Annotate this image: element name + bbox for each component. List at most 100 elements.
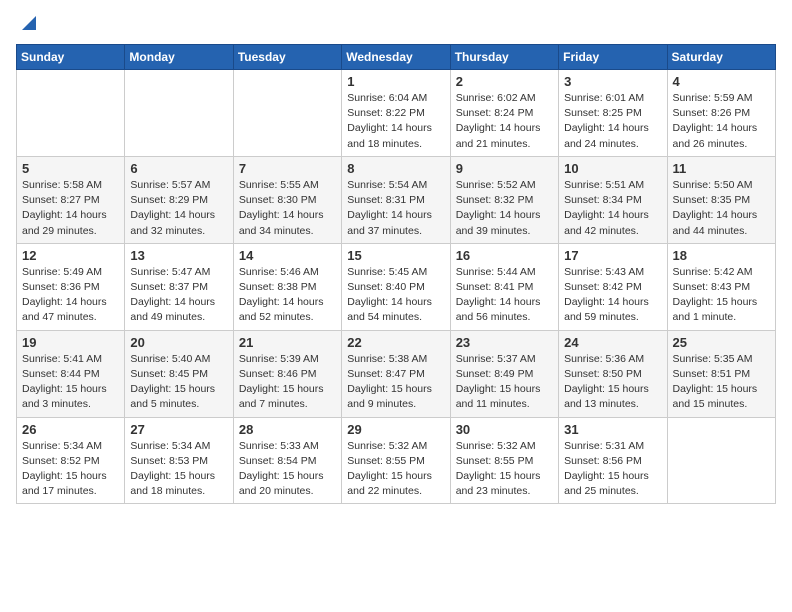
day-number: 17	[564, 248, 661, 263]
sunrise-time: Sunrise: 5:36 AM	[564, 353, 644, 365]
daylight-hours: Daylight: 14 hours and 34 minutes.	[239, 209, 324, 236]
sunset-time: Sunset: 8:40 PM	[347, 281, 425, 293]
day-info: Sunrise: 5:34 AMSunset: 8:53 PMDaylight:…	[130, 439, 227, 500]
daylight-hours: Daylight: 14 hours and 54 minutes.	[347, 296, 432, 323]
day-info: Sunrise: 5:58 AMSunset: 8:27 PMDaylight:…	[22, 178, 119, 239]
daylight-hours: Daylight: 14 hours and 18 minutes.	[347, 122, 432, 149]
day-info: Sunrise: 6:04 AM Sunset: 8:22 PM Daylight:…	[347, 91, 444, 152]
sunrise-time: Sunrise: 5:50 AM	[673, 179, 753, 191]
day-info: Sunrise: 5:33 AMSunset: 8:54 PMDaylight:…	[239, 439, 336, 500]
daylight-hours: Daylight: 15 hours and 22 minutes.	[347, 470, 432, 497]
sunset-time: Sunset: 8:50 PM	[564, 368, 642, 380]
sunset-time: Sunset: 8:42 PM	[564, 281, 642, 293]
sunset-time: Sunset: 8:24 PM	[456, 107, 534, 119]
sunset-time: Sunset: 8:44 PM	[22, 368, 100, 380]
day-info: Sunrise: 5:37 AMSunset: 8:49 PMDaylight:…	[456, 352, 553, 413]
sunrise-time: Sunrise: 5:31 AM	[564, 440, 644, 452]
sunrise-time: Sunrise: 5:49 AM	[22, 266, 102, 278]
week-row-1: 1Sunrise: 6:04 AMSunset: 8:22 PMDaylight…	[17, 70, 776, 157]
day-info: Sunrise: 5:42 AMSunset: 8:43 PMDaylight:…	[673, 265, 770, 326]
calendar-cell: 24 Sunrise: 5:36 AM Sunset: 8:50 PM Dayligh…	[559, 330, 667, 417]
calendar-cell	[667, 417, 775, 504]
daylight-hours: Daylight: 15 hours and 13 minutes.	[564, 383, 649, 410]
day-info: Sunrise: 5:36 AM Sunset: 8:50 PM Daylight:…	[564, 352, 661, 413]
weekday-header-monday: Monday	[125, 45, 233, 70]
daylight-hours: Daylight: 15 hours and 15 minutes.	[673, 383, 758, 410]
sunset-time: Sunset: 8:25 PM	[564, 107, 642, 119]
weekday-header-row: SundayMondayTuesdayWednesdayThursdayFrid…	[17, 45, 776, 70]
daylight-hours: Daylight: 15 hours and 23 minutes.	[456, 470, 541, 497]
day-number: 2	[456, 74, 553, 89]
daylight-hours: Daylight: 14 hours and 59 minutes.	[564, 296, 649, 323]
day-number: 10	[564, 161, 661, 176]
calendar-cell: 26Sunrise: 5:34 AMSunset: 8:52 PMDayligh…	[17, 417, 125, 504]
sunset-time: Sunset: 8:43 PM	[673, 281, 751, 293]
day-number: 11	[673, 161, 770, 176]
day-number: 9	[456, 161, 553, 176]
week-row-4: 19Sunrise: 5:41 AMSunset: 8:44 PMDayligh…	[17, 330, 776, 417]
day-number: 13	[130, 248, 227, 263]
sunset-time: Sunset: 8:34 PM	[564, 194, 642, 206]
daylight-hours: Daylight: 14 hours and 39 minutes.	[456, 209, 541, 236]
sunset-time: Sunset: 8:55 PM	[347, 455, 425, 467]
day-info: Sunrise: 5:54 AMSunset: 8:31 PMDaylight:…	[347, 178, 444, 239]
sunset-time: Sunset: 8:36 PM	[22, 281, 100, 293]
calendar-cell: 1Sunrise: 6:04 AMSunset: 8:22 PMDaylight…	[342, 70, 450, 157]
sunrise-time: Sunrise: 5:35 AM	[673, 353, 753, 365]
sunset-time: Sunset: 8:35 PM	[673, 194, 751, 206]
sunset-time: Sunset: 8:56 PM	[564, 455, 642, 467]
calendar-cell: 2 Sunrise: 6:02 AMSunset: 8:24 PMDaylight…	[450, 70, 558, 157]
day-info: Sunrise: 6:02 AMSunset: 8:24 PMDaylight:…	[456, 91, 553, 152]
calendar-cell: 15Sunrise: 5:45 AMSunset: 8:40 PMDayligh…	[342, 243, 450, 330]
day-number: 21	[239, 335, 336, 350]
calendar-cell: 4 Sunrise: 5:59 AMSunset: 8:26 PMDaylight…	[667, 70, 775, 157]
calendar-cell: 6Sunrise: 5:57 AMSunset: 8:29 PMDaylight…	[125, 156, 233, 243]
week-row-3: 12Sunrise: 5:49 AMSunset: 8:36 PMDayligh…	[17, 243, 776, 330]
weekday-header-friday: Friday	[559, 45, 667, 70]
daylight-hours: Daylight: 15 hours and 1 minute.	[673, 296, 758, 323]
weekday-header-tuesday: Tuesday	[233, 45, 341, 70]
sunset-time: Sunset: 8:38 PM	[239, 281, 317, 293]
sunset-time: Sunset: 8:22 PM	[347, 107, 425, 119]
day-number: 16	[456, 248, 553, 263]
calendar-cell	[233, 70, 341, 157]
day-info: Sunrise: 5:59 AMSunset: 8:26 PMDaylight:…	[673, 91, 770, 152]
sunset-time: Sunset: 8:53 PM	[130, 455, 208, 467]
calendar-cell: 28 Sunrise: 5:33 AMSunset: 8:54 PMDayligh…	[233, 417, 341, 504]
calendar-cell: 18Sunrise: 5:42 AMSunset: 8:43 PMDayligh…	[667, 243, 775, 330]
sunset-time: Sunset: 8:52 PM	[22, 455, 100, 467]
sunset-time: Sunset: 8:30 PM	[239, 194, 317, 206]
calendar-cell	[17, 70, 125, 157]
sunrise-time: Sunrise: 5:43 AM	[564, 266, 644, 278]
sunset-time: Sunset: 8:37 PM	[130, 281, 208, 293]
daylight-hours: Daylight: 15 hours and 18 minutes.	[130, 470, 215, 497]
daylight-hours: Daylight: 15 hours and 11 minutes.	[456, 383, 541, 410]
day-number: 8	[347, 161, 444, 176]
calendar-cell: 10 Sunrise: 5:51 AM Sunset: 8:34 PM Dayligh…	[559, 156, 667, 243]
day-number: 24	[564, 335, 661, 350]
sunrise-time: Sunrise: 5:51 AM	[564, 179, 644, 191]
calendar-cell: 17 Sunrise: 5:43 AM Sunset: 8:42 PM Dayligh…	[559, 243, 667, 330]
sunrise-time: Sunrise: 5:34 AM	[22, 440, 102, 452]
weekday-header-sunday: Sunday	[17, 45, 125, 70]
day-info: Sunrise: 5:43 AM Sunset: 8:42 PM Daylight:…	[564, 265, 661, 326]
sunrise-time: Sunrise: 6:04 AM	[347, 92, 427, 104]
day-info: Sunrise: 5:44 AMSunset: 8:41 PMDaylight:…	[456, 265, 553, 326]
day-number: 28	[239, 422, 336, 437]
day-number: 26	[22, 422, 119, 437]
day-number: 19	[22, 335, 119, 350]
day-number: 4	[673, 74, 770, 89]
daylight-hours: Daylight: 14 hours and 21 minutes.	[456, 122, 541, 149]
day-info: Sunrise: 5:45 AMSunset: 8:40 PMDaylight:…	[347, 265, 444, 326]
day-info: Sunrise: 5:40 AMSunset: 8:45 PMDaylight:…	[130, 352, 227, 413]
day-info: Sunrise: 5:34 AMSunset: 8:52 PMDaylight:…	[22, 439, 119, 500]
week-row-2: 5Sunrise: 5:58 AMSunset: 8:27 PMDaylight…	[17, 156, 776, 243]
daylight-hours: Daylight: 14 hours and 26 minutes.	[673, 122, 758, 149]
daylight-hours: Daylight: 14 hours and 42 minutes.	[564, 209, 649, 236]
day-number: 27	[130, 422, 227, 437]
day-number: 23	[456, 335, 553, 350]
calendar-cell: 3Sunrise: 6:01 AMSunset: 8:25 PMDaylight…	[559, 70, 667, 157]
calendar-cell	[125, 70, 233, 157]
day-info: Sunrise: 5:46 AMSunset: 8:38 PMDaylight:…	[239, 265, 336, 326]
day-number: 30	[456, 422, 553, 437]
